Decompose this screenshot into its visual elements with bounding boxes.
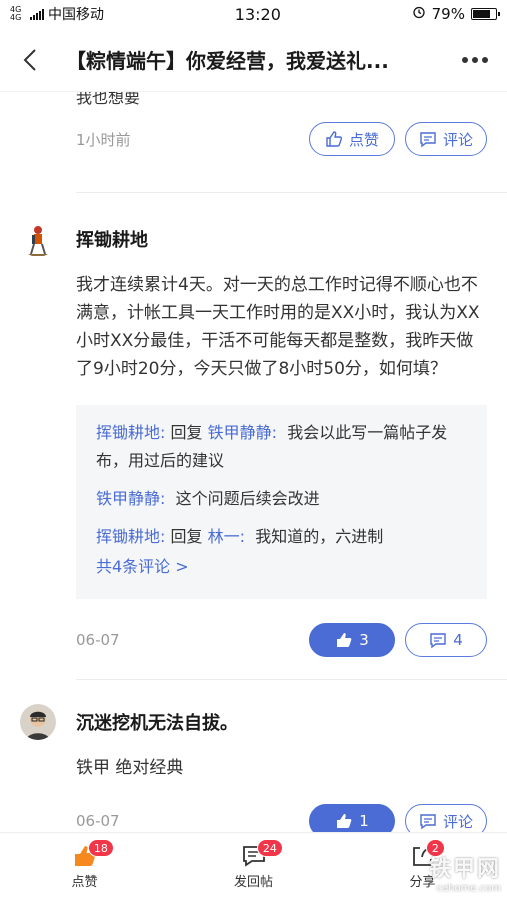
chevron-left-icon [23,48,36,71]
view-all-replies-link[interactable]: 共4条评论 > [96,553,467,581]
username[interactable]: 沉迷挖机无法自拔。 [76,709,238,735]
thumbs-up-icon [337,633,352,647]
comment-icon [420,814,436,830]
more-dot-icon [472,56,478,63]
comment-item: 挥锄耕地 我才连续累计4天。对一天的总工作时记得不顺心也不满意，计帐工具一天工作… [0,193,507,657]
watermark-domain: cehome.com [436,883,501,894]
thumbs-up-icon [337,814,352,828]
like-tab[interactable]: 18 点赞 [0,833,169,900]
comment-label: 评论 [442,812,473,831]
prev-comment-text: 我也想要 [76,92,141,107]
like-badge: 18 [87,839,114,857]
nav-bar: 【粽情端午】你爱经营，我爱送礼... [0,28,507,92]
network-type: 4G 4G [10,5,22,22]
reply-text: 这个问题后续会改进 [175,489,320,508]
comment-time: 1小时前 [76,130,131,149]
reply-badge: 24 [256,839,283,857]
comment-icon [420,132,436,148]
status-bar: 4G 4G 中国移动 13:20 79% [0,0,507,28]
like-tab-label: 点赞 [71,875,98,890]
clock: 13:20 [234,4,281,24]
more-dot-icon [482,56,488,63]
signal-icon [30,8,44,20]
watermark: 铁甲网 cehome.com [429,851,501,894]
bottom-action-bar: 18 点赞 24 发回帖 2 分享 铁甲网 cehome.com [0,832,507,900]
page-title: 【粽情端午】你爱经营，我爱送礼... [66,49,389,73]
reply-author[interactable]: 挥锄耕地 [96,527,160,546]
avatar[interactable] [20,221,56,257]
more-dot-icon [462,56,468,63]
thumbs-up-icon [326,131,343,147]
like-button[interactable]: 3 [309,623,395,657]
battery-icon [470,8,500,20]
comment-time: 06-07 [76,631,120,649]
reply-author[interactable]: 挥锄耕地 [96,423,160,442]
reply-text: 我知道的，六进制 [255,527,384,546]
reply-keyword: 回复 [170,527,203,546]
alarm-icon [412,5,426,23]
reply-tab[interactable]: 24 发回帖 [169,833,338,900]
reply-keyword: 回复 [170,423,203,442]
comment-button[interactable]: 4 [405,623,487,657]
comment-icon [430,633,446,649]
comment-button[interactable]: 评论 [405,804,487,832]
comment-body: 铁甲 绝对经典 [76,758,184,778]
like-count: 3 [359,631,369,649]
comment-item: 沉迷挖机无法自拔。 铁甲 绝对经典 06-07 1 评论 [0,680,507,832]
reply-target[interactable]: 林一 [208,527,240,546]
reply-tab-label: 发回帖 [233,875,273,890]
reply-item[interactable]: 挥锄耕地: 回复 林一: 我知道的，六进制 [96,523,467,551]
comment-count: 4 [453,631,463,649]
carrier-name: 中国移动 [48,7,104,23]
reply-target[interactable]: 铁甲静静 [208,423,272,442]
reply-item[interactable]: 铁甲静静: 这个问题后续会改进 [96,485,467,513]
like-label: 点赞 [348,130,379,149]
comment-body: 我才连续累计4天。对一天的总工作时记得不顺心也不满意，计帐工具一天工作时用的是X… [76,275,480,379]
like-button[interactable]: 点赞 [309,122,395,156]
avatar[interactable] [20,704,56,740]
comment-button[interactable]: 评论 [405,122,487,156]
username[interactable]: 挥锄耕地 [76,226,148,252]
like-count: 1 [359,812,369,830]
battery-percent: 79% [431,5,465,23]
reply-author[interactable]: 铁甲静静 [96,489,160,508]
reply-box[interactable]: 挥锄耕地: 回复 铁甲静静: 我会以此写一篇帖子发布，用过后的建议 铁甲静静: … [76,405,487,599]
more-button[interactable] [455,56,495,63]
reply-item[interactable]: 挥锄耕地: 回复 铁甲静静: 我会以此写一篇帖子发布，用过后的建议 [96,419,467,475]
comment-label: 评论 [442,130,473,149]
watermark-title: 铁甲网 [428,857,501,882]
back-button[interactable] [12,42,48,78]
like-button[interactable]: 1 [309,804,395,832]
prev-comment: 我也想要 1小时前 点赞 评论 [0,92,507,192]
comments-list[interactable]: 我也想要 1小时前 点赞 评论 挥锄耕地 我才连续累计4天。对一天的总工作时记得… [0,92,507,832]
comment-time: 06-07 [76,812,120,830]
